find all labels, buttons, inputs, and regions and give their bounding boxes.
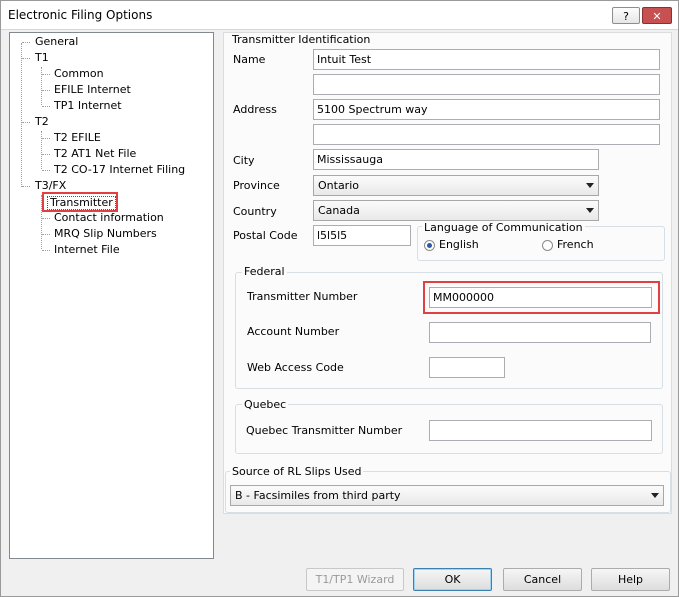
rl-slips-dropdown[interactable]: B - Facsimiles from third party xyxy=(230,485,664,506)
rl-slips-group-label: Source of RL Slips Used xyxy=(230,465,364,478)
country-dropdown[interactable]: Canada xyxy=(313,200,599,221)
quebec-group-label: Quebec xyxy=(242,398,289,411)
english-label: English xyxy=(439,238,479,251)
tree-connector xyxy=(42,90,50,91)
tree-item-general[interactable]: General xyxy=(35,35,78,48)
transmitter-number-label: Transmitter Number xyxy=(247,290,358,303)
language-group-label: Language of Communication xyxy=(422,221,585,234)
tree-item-transmitter[interactable]: Transmitter xyxy=(47,196,116,210)
chevron-down-icon xyxy=(586,183,594,188)
tree-item-tp1-internet[interactable]: TP1 Internet xyxy=(54,99,122,112)
t1-tp1-wizard-button[interactable]: T1/TP1 Wizard xyxy=(306,568,404,591)
ok-button[interactable]: OK xyxy=(413,568,492,591)
tree-connector xyxy=(22,122,30,123)
tree-item-internet-file[interactable]: Internet File xyxy=(54,243,120,256)
french-label: French xyxy=(557,238,594,251)
account-number-label: Account Number xyxy=(247,325,340,338)
name-line2-field[interactable] xyxy=(313,74,660,95)
quebec-transmitter-number-label: Quebec Transmitter Number xyxy=(246,424,403,437)
province-label: Province xyxy=(233,179,280,192)
tree-connector xyxy=(22,58,30,59)
address-field[interactable]: 5100 Spectrum way xyxy=(313,99,660,120)
tree-item-t2-co17-internet-filing[interactable]: T2 CO-17 Internet Filing xyxy=(54,163,185,176)
electronic-filing-options-dialog: Electronic Filing Options ? ✕ General T1… xyxy=(0,0,679,597)
tree-connector xyxy=(42,250,50,251)
web-access-code-label: Web Access Code xyxy=(247,361,344,374)
name-label: Name xyxy=(233,53,266,66)
account-number-field[interactable] xyxy=(429,322,651,343)
options-tree[interactable]: General T1 Common EFILE Internet TP1 Int… xyxy=(9,32,214,559)
tree-connector xyxy=(22,186,30,187)
province-value: Ontario xyxy=(318,179,359,192)
french-radio[interactable] xyxy=(542,240,553,251)
federal-group-label: Federal xyxy=(242,265,287,278)
tree-connector xyxy=(42,154,50,155)
tree-connector xyxy=(42,74,50,75)
rl-slips-value: B - Facsimiles from third party xyxy=(235,489,401,502)
help-title-button[interactable]: ? xyxy=(612,7,640,24)
tree-item-t1[interactable]: T1 xyxy=(35,51,49,64)
title-bar: Electronic Filing Options ? ✕ xyxy=(1,1,678,30)
help-button[interactable]: Help xyxy=(591,568,670,591)
window-title: Electronic Filing Options xyxy=(8,8,153,22)
tree-item-t2-at1-net-file[interactable]: T2 AT1 Net File xyxy=(54,147,136,160)
postal-code-label: Postal Code xyxy=(233,229,298,242)
tree-item-t2[interactable]: T2 xyxy=(35,115,49,128)
transmitter-panel: Transmitter Identification Name Intuit T… xyxy=(223,32,672,514)
transmitter-number-field[interactable]: MM000000 xyxy=(429,287,652,308)
tree-connector xyxy=(41,67,42,105)
tree-item-mrq-slip-numbers[interactable]: MRQ Slip Numbers xyxy=(54,227,157,240)
tree-connector xyxy=(42,138,50,139)
selected-item-highlight: Transmitter xyxy=(42,192,118,212)
city-label: City xyxy=(233,154,255,167)
tree-item-t2-efile[interactable]: T2 EFILE xyxy=(54,131,101,144)
tree-item-common[interactable]: Common xyxy=(54,67,104,80)
tree-connector xyxy=(42,170,50,171)
city-field[interactable]: Mississauga xyxy=(313,149,599,170)
address-line2-field[interactable] xyxy=(313,124,660,145)
tree-item-efile-internet[interactable]: EFILE Internet xyxy=(54,83,131,96)
address-label: Address xyxy=(233,103,277,116)
tree-connector xyxy=(21,43,22,187)
chevron-down-icon xyxy=(586,208,594,213)
tree-connector xyxy=(41,131,42,169)
postal-code-field[interactable]: l5l5l5 xyxy=(313,225,411,246)
country-label: Country xyxy=(233,205,277,218)
transmitter-identification-group-label: Transmitter Identification xyxy=(230,33,373,46)
province-dropdown[interactable]: Ontario xyxy=(313,175,599,196)
tree-connector xyxy=(22,42,30,43)
english-radio[interactable] xyxy=(424,240,435,251)
cancel-button[interactable]: Cancel xyxy=(503,568,582,591)
name-field[interactable]: Intuit Test xyxy=(313,49,660,70)
tree-connector xyxy=(42,218,50,219)
tree-item-contact-information[interactable]: Contact information xyxy=(54,211,164,224)
tree-connector xyxy=(42,234,50,235)
web-access-code-field[interactable] xyxy=(429,357,505,378)
quebec-transmitter-number-field[interactable] xyxy=(429,420,652,441)
tree-connector xyxy=(42,106,50,107)
close-icon[interactable]: ✕ xyxy=(642,7,672,24)
tree-item-t3fx[interactable]: T3/FX xyxy=(35,179,66,192)
chevron-down-icon xyxy=(651,493,659,498)
country-value: Canada xyxy=(318,204,360,217)
